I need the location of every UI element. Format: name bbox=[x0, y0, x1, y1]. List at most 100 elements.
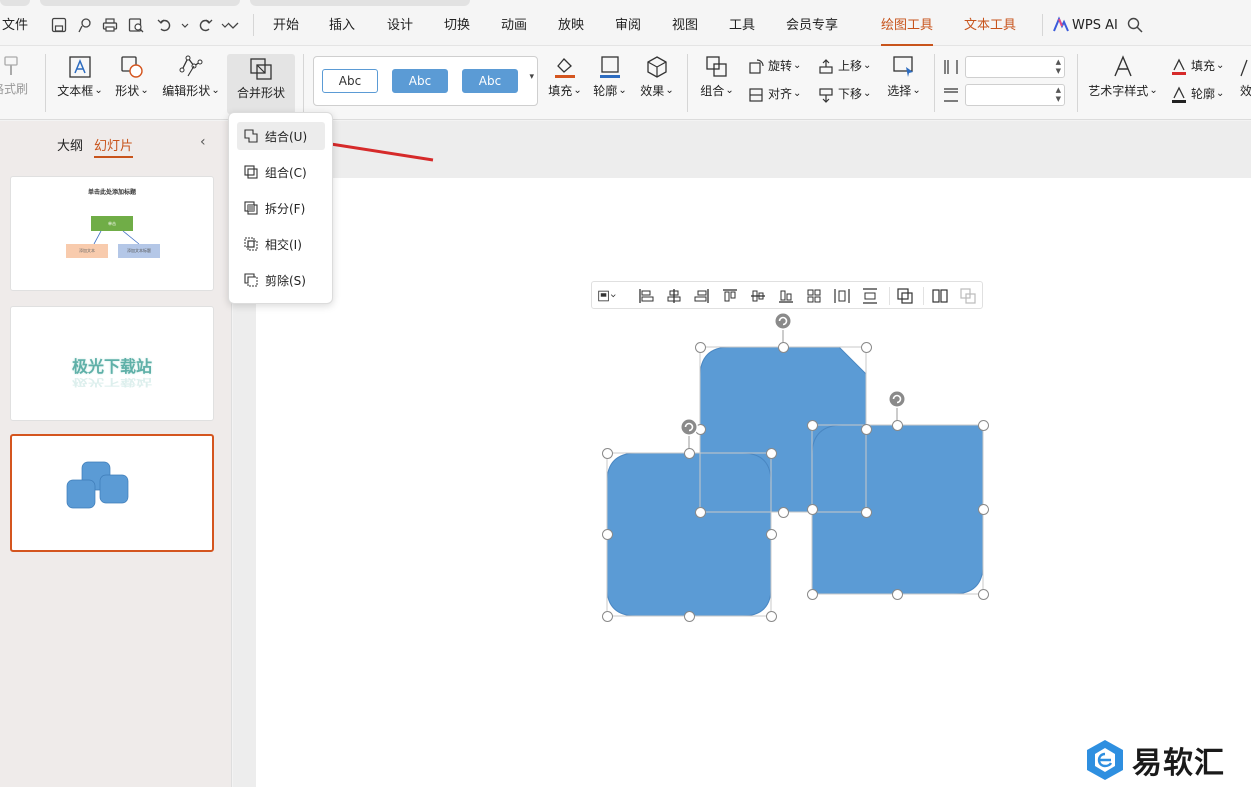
distribute-vertical-icon[interactable] bbox=[861, 287, 879, 305]
format-painter-button[interactable]: 格式刷 bbox=[0, 54, 32, 96]
undo-dropdown-icon[interactable] bbox=[176, 16, 189, 34]
save-icon[interactable] bbox=[50, 16, 68, 34]
resize-handle[interactable] bbox=[602, 611, 613, 622]
shape-effect-button[interactable]: 效果 bbox=[637, 54, 677, 100]
tab-view[interactable]: 视图 bbox=[672, 17, 698, 35]
resize-handle[interactable] bbox=[861, 424, 872, 435]
select-button[interactable]: 选择 bbox=[884, 54, 924, 100]
resize-handle[interactable] bbox=[807, 504, 818, 515]
shape-style-outline[interactable]: Abc bbox=[322, 69, 378, 93]
resize-handle[interactable] bbox=[807, 420, 818, 431]
align-middle-icon[interactable] bbox=[749, 287, 767, 305]
textbox-button[interactable]: 文本框 bbox=[55, 54, 105, 100]
gallery-more-icon[interactable]: ▾ bbox=[529, 72, 534, 82]
rotate-button[interactable]: 旋转 bbox=[747, 58, 801, 76]
resize-handle[interactable] bbox=[602, 448, 613, 459]
group-objects-icon[interactable] bbox=[896, 287, 914, 305]
print-icon[interactable] bbox=[101, 16, 119, 34]
rotate-handle-icon[interactable] bbox=[680, 418, 698, 436]
resize-handle[interactable] bbox=[978, 589, 989, 600]
tab-outline[interactable]: 大纲 bbox=[57, 135, 83, 154]
slide-thumbnail-3[interactable] bbox=[10, 434, 214, 552]
resize-handle[interactable] bbox=[807, 589, 818, 600]
tab-slides[interactable]: 幻灯片 bbox=[94, 135, 134, 158]
resize-handle[interactable] bbox=[861, 342, 872, 353]
distribute-horizontal-icon[interactable] bbox=[833, 287, 851, 305]
text-outline-button[interactable]: 轮廓 bbox=[1170, 86, 1224, 104]
rotate-handle-icon[interactable] bbox=[774, 312, 792, 330]
tab-slideshow[interactable]: 放映 bbox=[558, 17, 584, 35]
bring-forward-button[interactable]: 上移 bbox=[817, 58, 871, 76]
shape-button[interactable]: 形状 bbox=[112, 54, 152, 100]
more-chevron-icon[interactable] bbox=[224, 16, 242, 34]
tab-review[interactable]: 审阅 bbox=[615, 17, 641, 35]
resize-handle[interactable] bbox=[978, 420, 989, 431]
align-top-icon[interactable] bbox=[721, 287, 739, 305]
resize-handle[interactable] bbox=[892, 420, 903, 431]
resize-handle[interactable] bbox=[766, 611, 777, 622]
tab-home[interactable]: 开始 bbox=[273, 17, 299, 35]
rotate-handle-icon[interactable] bbox=[888, 390, 906, 408]
menu-item-union[interactable]: 结合(U) bbox=[237, 122, 325, 150]
resize-handle[interactable] bbox=[766, 448, 777, 459]
arrange-icon[interactable] bbox=[931, 287, 949, 305]
resize-handle[interactable] bbox=[684, 448, 695, 459]
align-right-icon[interactable] bbox=[693, 287, 711, 305]
resize-handle[interactable] bbox=[766, 529, 777, 540]
menu-item-fragment[interactable]: 拆分(F) bbox=[237, 194, 325, 222]
layout-options-icon[interactable] bbox=[598, 287, 624, 305]
search-icon[interactable] bbox=[1126, 16, 1144, 34]
tab-stub bbox=[40, 0, 240, 6]
align-bottom-icon[interactable] bbox=[777, 287, 795, 305]
align-left-icon[interactable] bbox=[637, 287, 655, 305]
align-center-icon[interactable] bbox=[665, 287, 683, 305]
text-effect-button[interactable]: 效 bbox=[1236, 54, 1251, 98]
shape-height-input[interactable]: ▲ ▼ bbox=[965, 56, 1065, 78]
align-button[interactable]: 对齐 bbox=[747, 86, 801, 104]
resize-handle[interactable] bbox=[695, 342, 706, 353]
resize-handle[interactable] bbox=[861, 507, 872, 518]
ungroup-disabled-icon[interactable] bbox=[959, 287, 977, 305]
resize-handle[interactable] bbox=[778, 342, 789, 353]
menu-file[interactable]: 文件 bbox=[2, 17, 28, 35]
slide-thumbnail-2[interactable]: 极光下载站 极光下载站 bbox=[10, 306, 214, 421]
send-backward-button[interactable]: 下移 bbox=[817, 86, 871, 104]
menu-item-intersect[interactable]: 相交(I) bbox=[237, 230, 325, 258]
redo-icon[interactable] bbox=[196, 16, 214, 34]
resize-handle[interactable] bbox=[778, 507, 789, 518]
menu-item-combine[interactable]: 组合(C) bbox=[237, 158, 325, 186]
collapse-panel-icon[interactable]: ‹ bbox=[200, 134, 206, 150]
tab-transition[interactable]: 切换 bbox=[444, 17, 470, 35]
merge-shape-button[interactable]: 合并形状 bbox=[227, 54, 295, 114]
export-pdf-icon[interactable] bbox=[76, 16, 94, 34]
menu-item-subtract[interactable]: 剪除(S) bbox=[237, 266, 325, 294]
resize-handle[interactable] bbox=[684, 611, 695, 622]
group-button[interactable]: 组合 bbox=[697, 54, 737, 100]
tab-insert[interactable]: 插入 bbox=[329, 17, 355, 35]
shape-outline-button[interactable]: 轮廓 bbox=[590, 54, 630, 100]
wps-ai-logo-icon[interactable] bbox=[1052, 16, 1069, 34]
tab-tools[interactable]: 工具 bbox=[729, 17, 755, 35]
resize-handle[interactable] bbox=[695, 507, 706, 518]
tab-design[interactable]: 设计 bbox=[387, 17, 413, 35]
resize-handle[interactable] bbox=[978, 504, 989, 515]
shape-style-filled-alt[interactable]: Abc bbox=[462, 69, 518, 93]
wps-ai-button[interactable]: WPS AI bbox=[1072, 17, 1118, 35]
tab-member[interactable]: 会员专享 bbox=[786, 17, 838, 35]
shape-style-filled[interactable]: Abc bbox=[392, 69, 448, 93]
tab-animation[interactable]: 动画 bbox=[501, 17, 527, 35]
tab-drawing-tools[interactable]: 绘图工具 bbox=[881, 17, 934, 46]
distribute-grid-icon[interactable] bbox=[805, 287, 823, 305]
undo-icon[interactable] bbox=[156, 16, 174, 34]
edit-shape-button[interactable]: 编辑形状 bbox=[160, 54, 222, 100]
shape-fill-button[interactable]: 填充 bbox=[545, 54, 585, 100]
tab-text-tools[interactable]: 文本工具 bbox=[964, 17, 1016, 35]
slide-canvas[interactable] bbox=[256, 178, 1251, 787]
print-preview-icon[interactable] bbox=[127, 16, 145, 34]
slide-thumbnail-1[interactable]: 单击此处添加标题 单击 添加文本 添加文本标题 bbox=[10, 176, 214, 291]
art-text-style-button[interactable]: 艺术字样式 bbox=[1086, 54, 1160, 100]
shape-width-input[interactable]: ▲ ▼ bbox=[965, 84, 1065, 106]
resize-handle[interactable] bbox=[892, 589, 903, 600]
resize-handle[interactable] bbox=[602, 529, 613, 540]
text-fill-button[interactable]: 填充 bbox=[1170, 58, 1224, 76]
